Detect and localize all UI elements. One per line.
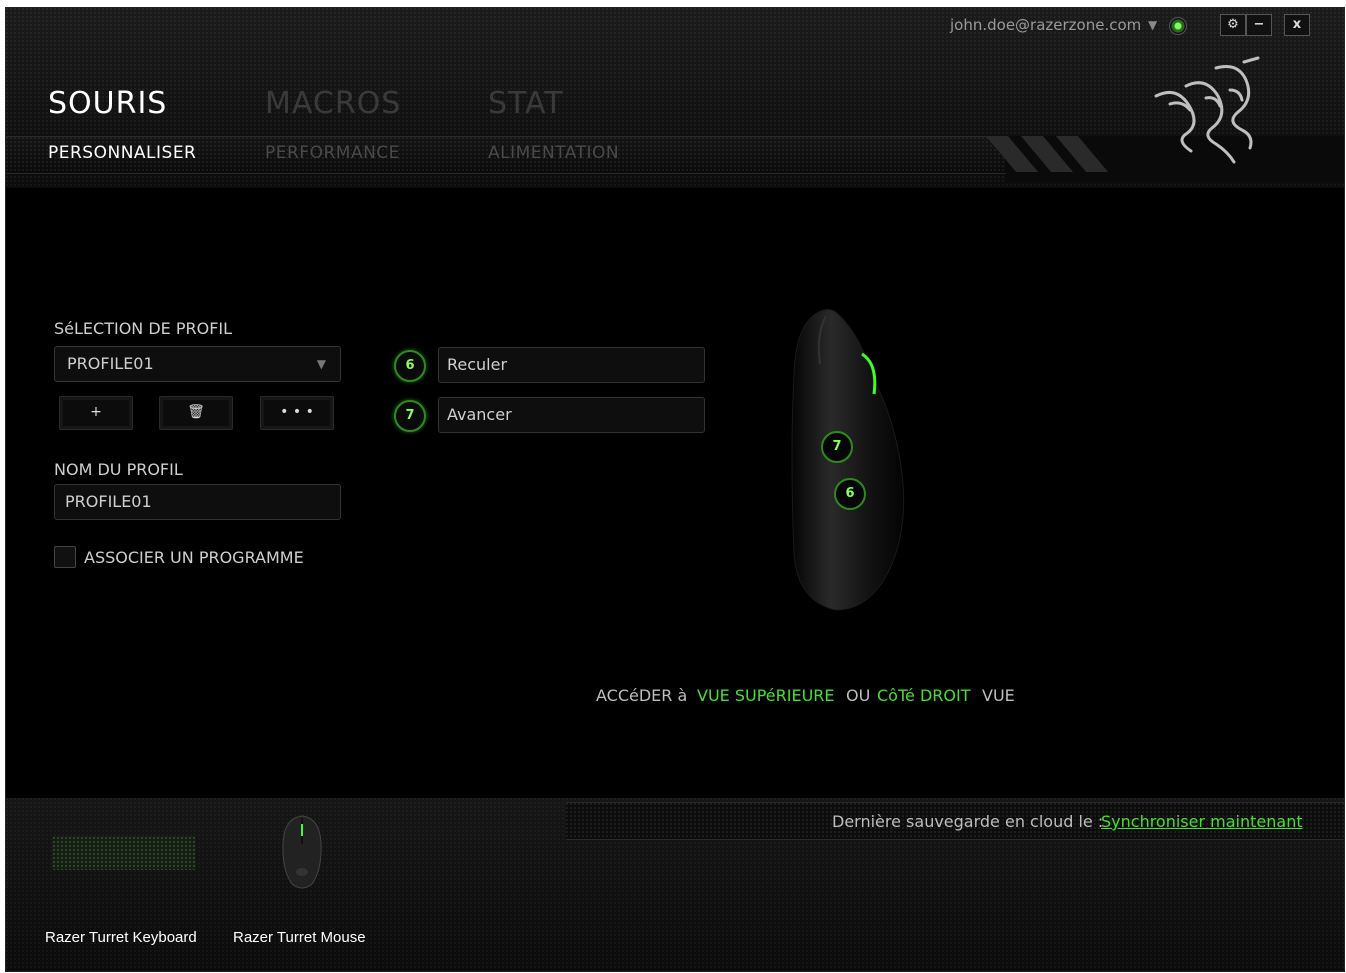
add-profile-button[interactable]: + [59, 396, 133, 430]
delete-profile-button[interactable]: 🗑 [159, 396, 233, 430]
tab-stat[interactable]: STAT [488, 86, 564, 121]
profile-name-label: NOM DU PROFIL [54, 460, 183, 479]
button-7-action[interactable]: Avancer [438, 397, 705, 433]
minimize-button[interactable]: − [1246, 14, 1272, 36]
subtab-personnaliser[interactable]: PERSONNALISER [48, 143, 196, 163]
device-label-mouse[interactable]: Razer Turret Mouse [233, 929, 366, 946]
button-7-badge: 7 [394, 400, 426, 432]
profile-dropdown[interactable]: PROFILE01 ▼ [54, 346, 341, 382]
cloud-last-saved-label: Dernière sauvegarde en cloud le : [832, 812, 1104, 831]
tab-souris[interactable]: SOURIS [48, 86, 167, 121]
chevron-down-icon: ▼ [316, 357, 326, 371]
subtab-performance[interactable]: PERFORMANCE [265, 143, 400, 163]
associate-program-checkbox[interactable] [54, 546, 76, 568]
view-nav-prefix: ACCéDER à [596, 686, 688, 705]
razer-logo-icon [1154, 56, 1260, 164]
close-button[interactable]: x [1284, 14, 1310, 36]
mouse-button-7-marker[interactable]: 7 [821, 431, 853, 463]
mouse-device-icon[interactable] [278, 814, 326, 890]
right-side-link[interactable]: CôTé DROIT [877, 686, 970, 705]
profile-dropdown-value: PROFILE01 [67, 354, 154, 373]
account-dropdown-icon[interactable]: ▼ [1148, 18, 1157, 32]
profile-selection-label: SéLECTION DE PROFIL [54, 319, 233, 338]
keyboard-device-icon[interactable] [52, 836, 196, 870]
subtab-alimentation[interactable]: ALIMENTATION [488, 143, 619, 163]
button-6-action[interactable]: Reculer [438, 347, 705, 383]
button-6-badge: 6 [394, 350, 426, 382]
profile-name-input[interactable]: PROFILE01 [54, 484, 341, 520]
synapse-window: john.doe@razerzone.com ▼ ⚙ − x SOURIS MA… [6, 8, 1344, 971]
online-status-icon [1169, 17, 1187, 35]
more-options-button[interactable]: • • • [260, 396, 334, 430]
associate-program-label: ASSOCIER UN PROGRAMME [84, 548, 304, 567]
account-email[interactable]: john.doe@razerzone.com [950, 16, 1141, 34]
device-label-keyboard[interactable]: Razer Turret Keyboard [45, 929, 197, 946]
mouse-button-6-marker[interactable]: 6 [834, 478, 866, 510]
mouse-side-view [791, 309, 905, 611]
tab-macros[interactable]: MACROS [265, 86, 401, 121]
sync-now-link[interactable]: Synchroniser maintenant [1101, 812, 1303, 831]
settings-button[interactable]: ⚙ [1220, 14, 1246, 36]
view-nav-suffix: VUE [982, 686, 1015, 705]
view-nav-or: OU [846, 686, 871, 705]
top-view-link[interactable]: VUE SUPéRIEURE [697, 686, 835, 705]
